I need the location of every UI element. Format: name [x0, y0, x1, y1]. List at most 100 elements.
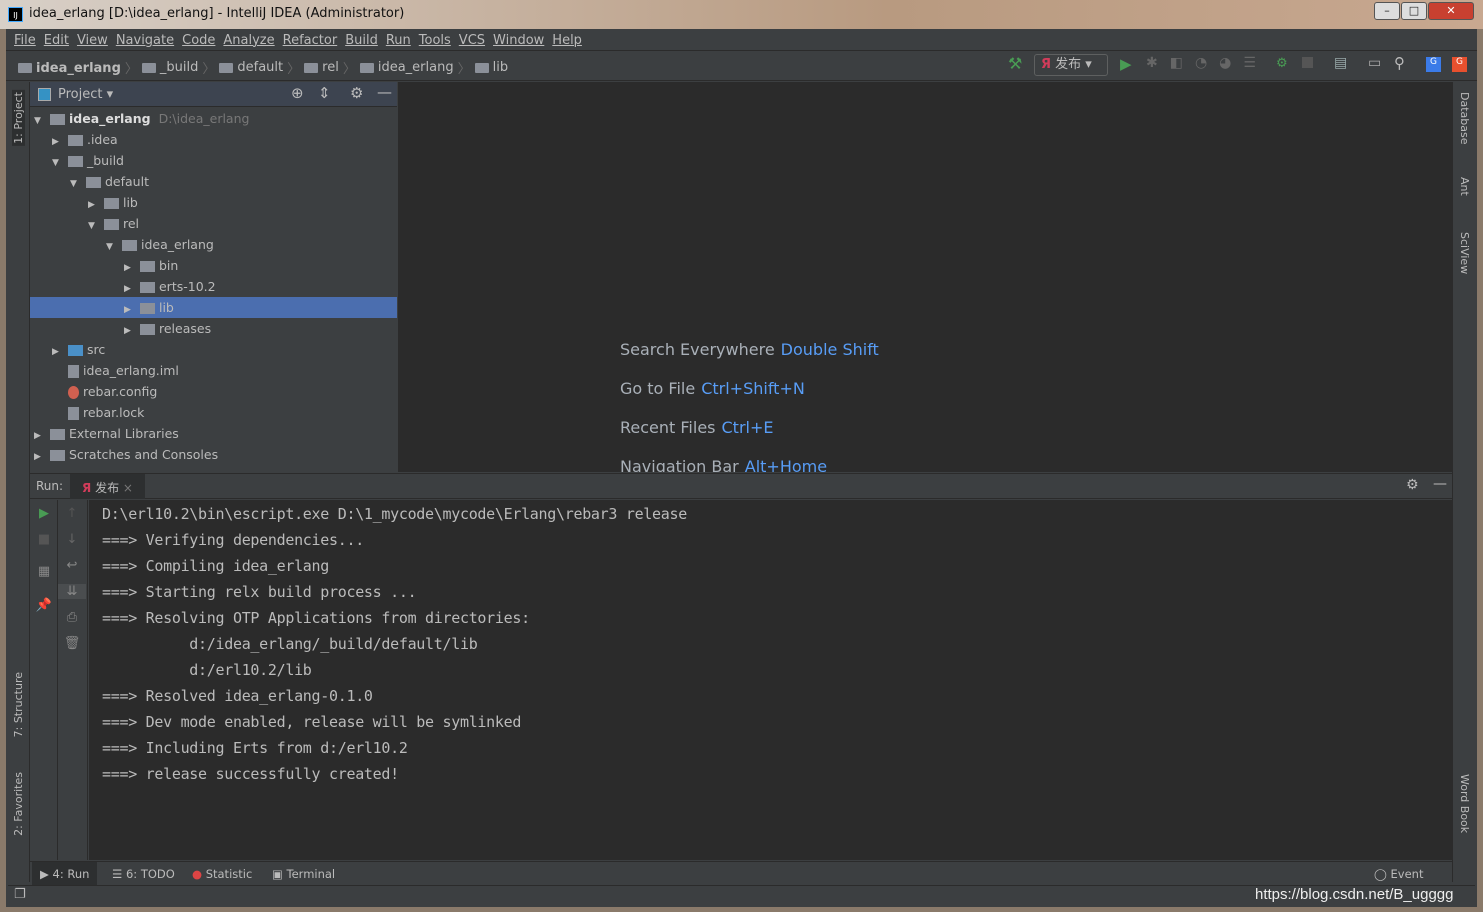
breadcrumb-item[interactable]: 〉 rel	[283, 58, 339, 77]
folder-icon	[139, 324, 155, 335]
project-view-select[interactable]: Project ▾	[58, 87, 113, 102]
ant-tool-button[interactable]: Ant	[1458, 177, 1471, 196]
event-log-button[interactable]: ◯ Event Log	[1366, 862, 1452, 905]
toggle-tool-windows-icon[interactable]: ❐	[14, 887, 26, 902]
tab-run[interactable]: ▶ 4: Run	[32, 862, 98, 886]
rebar-icon: Я	[82, 481, 92, 495]
maximize-button[interactable]: □	[1401, 2, 1427, 20]
wordbook-tool-button[interactable]: Word Book	[1458, 774, 1471, 833]
menu-navigate[interactable]: Navigate	[116, 33, 174, 48]
breadcrumb-item[interactable]: 〉 lib	[454, 58, 509, 77]
tree-node[interactable]: ▶ releases	[30, 318, 397, 339]
trash-icon[interactable]: 🗑	[58, 636, 86, 651]
rerun-icon[interactable]: ▶	[30, 506, 58, 521]
menu-build[interactable]: Build	[345, 33, 378, 48]
expand-arrow-icon[interactable]: ▶	[34, 447, 46, 468]
locate-icon[interactable]: ⊕	[291, 84, 304, 102]
file-icon	[67, 407, 79, 420]
hint-shortcut: Alt+Home	[744, 457, 828, 472]
tree-node[interactable]: rebar.lock	[30, 402, 397, 423]
menu-help[interactable]: Help	[552, 33, 582, 48]
hide-icon[interactable]: —	[377, 83, 392, 101]
breadcrumb-item[interactable]: 〉 default	[198, 58, 283, 77]
structure-tool-button[interactable]: 7: Structure	[12, 672, 25, 737]
gear-icon[interactable]: ⚙	[350, 84, 363, 102]
menu-file[interactable]: File	[14, 33, 36, 48]
tab-todo[interactable]: ☰ 6: TODO	[104, 862, 183, 886]
tree-node[interactable]: ▶ .idea	[30, 129, 397, 150]
tree-node[interactable]: ▼ default	[30, 171, 397, 192]
scroll-to-end-icon[interactable]: ⇊	[58, 584, 86, 599]
stop-icon: ■	[37, 532, 51, 547]
tree-node[interactable]: rebar.config	[30, 381, 397, 402]
search-icon[interactable]: ⚲	[1394, 54, 1405, 72]
hint-shortcut: Ctrl+E	[721, 418, 774, 437]
down-arrow-icon[interactable]: ↓	[58, 532, 86, 547]
close-button[interactable]: ✕	[1428, 2, 1474, 20]
tab-statistic[interactable]: ● Statistic	[184, 862, 260, 886]
project-structure-icon[interactable]: ▤	[1334, 55, 1347, 71]
menu-vcs[interactable]: VCS	[459, 33, 485, 48]
sciview-tool-button[interactable]: SciView	[1458, 232, 1471, 274]
tree-node[interactable]: ▼ _build	[30, 150, 397, 171]
tab-terminal-label: Terminal	[286, 867, 336, 881]
attach-debugger-icon[interactable]: ⚙	[1276, 56, 1288, 71]
project-tool-button[interactable]: 1: Project	[12, 90, 25, 146]
tree-node-label: _build	[86, 153, 124, 168]
tree-node[interactable]: ▶ Scratches and Consoles	[30, 444, 397, 465]
print-icon[interactable]: ⎙	[58, 610, 86, 625]
menu-analyze[interactable]: Analyze	[223, 33, 274, 48]
hint-shortcut: Ctrl+Shift+N	[701, 379, 805, 398]
window-title: idea_erlang [D:\idea_erlang] - IntelliJ …	[29, 6, 405, 21]
run-tab[interactable]: Я 发布 ×	[70, 474, 145, 499]
menu-view[interactable]: View	[77, 33, 108, 48]
run-config-select[interactable]: Я 发布 ▾	[1034, 54, 1108, 76]
menu-tools[interactable]: Tools	[419, 33, 451, 48]
menu-refactor[interactable]: Refactor	[283, 33, 338, 48]
console-output[interactable]: D:\erl10.2\bin\escript.exe D:\1_mycode\m…	[89, 500, 1452, 860]
breadcrumb-label: default	[237, 60, 284, 75]
breadcrumb-item[interactable]: 〉 _build	[121, 58, 198, 77]
run-icon[interactable]: ▶	[1120, 55, 1132, 73]
minimize-button[interactable]: –	[1374, 2, 1400, 20]
hint-label: Search Everywhere	[620, 340, 775, 359]
hide-icon[interactable]: —	[1433, 476, 1447, 492]
console-line: ===> Resolved idea_erlang-0.1.0	[102, 687, 373, 705]
tree-node[interactable]: ▼ idea_erlang D:\idea_erlang	[30, 108, 397, 129]
terminal-icon[interactable]: ▭	[1368, 55, 1381, 71]
google-translate2-icon[interactable]: G	[1452, 57, 1467, 72]
favorites-tool-button[interactable]: 2: Favorites	[12, 772, 25, 836]
menu-edit[interactable]: Edit	[44, 33, 69, 48]
tab-terminal[interactable]: ▣ Terminal	[264, 862, 343, 886]
tree-node[interactable]: ▶ lib	[30, 192, 397, 213]
pin-icon[interactable]: 📌	[30, 598, 58, 613]
layout-icon[interactable]: ▦	[30, 564, 58, 579]
tree-node[interactable]: ▼ rel	[30, 213, 397, 234]
tree-node[interactable]: idea_erlang.iml	[30, 360, 397, 381]
editor-hint: Recent Files Ctrl+E	[620, 418, 773, 437]
tree-node[interactable]: ▶ lib	[30, 297, 397, 318]
tree-node[interactable]: ▶ erts-10.2	[30, 276, 397, 297]
tree-node[interactable]: ▶ External Libraries	[30, 423, 397, 444]
close-tab-icon[interactable]: ×	[123, 481, 133, 495]
tree-node[interactable]: ▶ src	[30, 339, 397, 360]
tree-node[interactable]: ▼ idea_erlang	[30, 234, 397, 255]
tree-node-label: rebar.lock	[82, 405, 145, 420]
menu-window[interactable]: Window	[493, 33, 544, 48]
status-bar: ❐ https://blog.csdn.net/B_ugggg	[8, 885, 1475, 906]
gear-icon[interactable]: ⚙	[1406, 477, 1419, 493]
breadcrumb-item[interactable]: idea_erlang	[18, 61, 121, 76]
app-logo-icon: IJ	[8, 7, 23, 22]
build-hammer-icon[interactable]: ⚒	[1008, 54, 1022, 73]
lib-icon	[49, 429, 65, 440]
collapse-all-icon[interactable]: ⇕	[318, 84, 331, 102]
database-tool-button[interactable]: Database	[1458, 92, 1471, 145]
menu-code[interactable]: Code	[182, 33, 215, 48]
breadcrumb-item[interactable]: 〉 idea_erlang	[339, 58, 454, 77]
folder-icon	[139, 261, 155, 272]
tree-node[interactable]: ▶ bin	[30, 255, 397, 276]
google-translate-icon[interactable]: G	[1426, 57, 1441, 72]
menu-run[interactable]: Run	[386, 33, 411, 48]
tree-node-label: default	[104, 174, 149, 189]
soft-wrap-icon[interactable]: ↩	[58, 558, 86, 573]
